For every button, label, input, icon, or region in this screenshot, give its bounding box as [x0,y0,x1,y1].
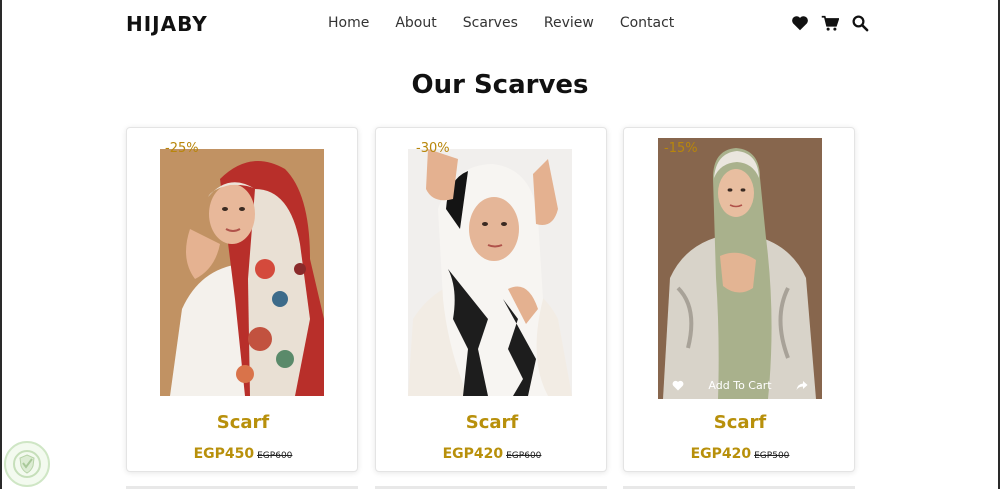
share-icon[interactable] [796,376,808,395]
nav-link-contact[interactable]: Contact [620,15,674,31]
discount-badge: -30% [416,141,450,156]
product-price: EGP420 EGP500 [624,443,856,462]
old-price: EGP600 [506,451,542,461]
product-name[interactable]: Scarf [624,412,856,433]
card-hover-actions: Add To Cart [658,371,822,399]
header-icons [791,14,869,32]
site-logo[interactable]: HIJABY [126,12,208,36]
add-to-cart-button[interactable]: Add To Cart [708,379,771,392]
product-image[interactable] [160,149,324,396]
site-header: HIJABY Home About Scarves Review Contact [0,0,1000,48]
product-card[interactable]: -30% Scarf EGP420 EGP600 [375,127,607,472]
nav-link-home[interactable]: Home [328,15,369,31]
discount-badge: -15% [664,141,698,156]
discount-badge: -25% [165,141,199,156]
nav-link-review[interactable]: Review [544,15,594,31]
product-price: EGP420 EGP600 [376,443,608,462]
current-price: EGP450 [193,446,255,462]
product-name[interactable]: Scarf [376,412,608,433]
cart-icon[interactable] [821,14,839,32]
product-image[interactable] [408,149,572,396]
product-card[interactable]: -25% Scarf EGP450 EGP600 [126,127,358,472]
current-price: EGP420 [442,446,504,462]
product-image[interactable]: Add To Cart [658,138,822,399]
main-nav: Home About Scarves Review Contact [328,15,700,31]
watermark-seal [4,441,50,487]
current-price: EGP420 [690,446,752,462]
old-price: EGP600 [257,451,293,461]
search-icon[interactable] [851,14,869,32]
heart-icon[interactable] [791,14,809,32]
section-title: Our Scarves [411,70,589,100]
nav-link-about[interactable]: About [395,15,436,31]
heart-icon[interactable] [672,376,684,395]
nav-link-scarves[interactable]: Scarves [463,15,518,31]
product-price: EGP450 EGP600 [127,443,359,462]
product-name[interactable]: Scarf [127,412,359,433]
old-price: EGP500 [754,451,790,461]
product-card[interactable]: Add To Cart -15% Scarf EGP420 EGP500 [623,127,855,472]
